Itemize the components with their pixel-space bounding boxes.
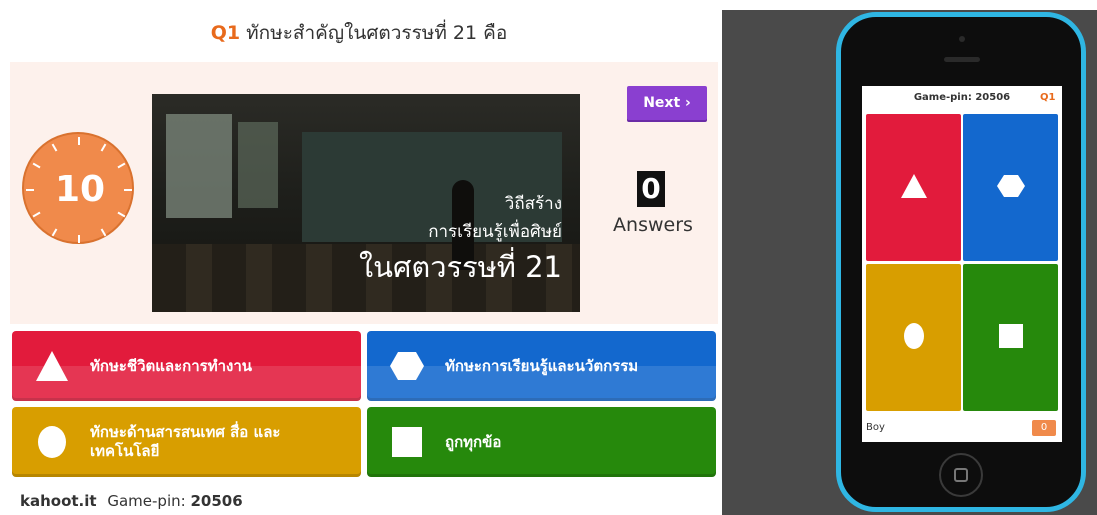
phone-speaker	[944, 57, 980, 62]
timer-value: 10	[54, 169, 106, 210]
host-screen: Q1 ทักษะสำคัญในศตวรรษที่ 21 คือ 10 วิถีสร…	[0, 0, 718, 515]
phone-home-button[interactable]	[939, 453, 983, 497]
answer-option-blue[interactable]: ทักษะการเรียนรู้และนวัตกรรม	[367, 331, 716, 401]
phone-score-badge: 0	[1032, 420, 1056, 436]
countdown-timer: 10	[22, 132, 134, 244]
phone-player-name: Boy	[866, 422, 885, 433]
answers-label: Answers	[613, 214, 693, 236]
answer-option-red[interactable]: ทักษะชีวิตและการทำงาน	[12, 331, 361, 401]
answer-label: ทักษะการเรียนรู้และนวัตกรรม	[445, 356, 639, 375]
question-image: วิถีสร้าง การเรียนรู้เพื่อศิษย์ ในศตวรรษ…	[152, 94, 580, 312]
answer-label: ถูกทุกข้อ	[445, 432, 502, 451]
hexagon-icon	[390, 352, 424, 380]
answer-option-yellow[interactable]: ทักษะด้านสารสนเทศ สื่อ และเทคโนโลยี	[12, 407, 361, 477]
phone-answer-blue[interactable]	[963, 114, 1058, 261]
triangle-icon	[36, 351, 68, 381]
circle-icon	[38, 426, 66, 458]
question-title: Q1 ทักษะสำคัญในศตวรรษที่ 21 คือ	[0, 18, 718, 48]
phone-answer-yellow[interactable]	[866, 264, 961, 411]
square-icon	[392, 427, 422, 457]
brand-link[interactable]: kahoot.it	[20, 492, 97, 510]
answer-option-green[interactable]: ถูกทุกข้อ	[367, 407, 716, 477]
question-number: Q1	[210, 22, 241, 44]
hexagon-icon	[997, 175, 1025, 197]
answers-count: 0	[637, 171, 665, 207]
phone-camera	[959, 36, 965, 42]
answer-label: ทักษะชีวิตและการทำงาน	[90, 356, 253, 375]
phone-answer-red[interactable]	[866, 114, 961, 261]
classroom-window	[238, 122, 278, 208]
next-button[interactable]: Next ›	[627, 86, 707, 120]
pin-value: 20506	[190, 492, 243, 510]
classroom-window	[166, 114, 232, 218]
phone-game-pin: Game-pin: 20506	[913, 92, 1011, 103]
answer-label: ทักษะด้านสารสนเทศ สื่อ และเทคโนโลยี	[90, 423, 281, 460]
phone-answer-green[interactable]	[963, 264, 1058, 411]
phone-question-number: Q1	[1040, 92, 1056, 103]
image-caption-line1: วิถีสร้าง	[504, 194, 562, 214]
footer: kahoot.it Game-pin: 20506	[20, 492, 243, 510]
question-text: ทักษะสำคัญในศตวรรษที่ 21 คือ	[246, 22, 508, 44]
home-icon	[954, 468, 968, 482]
circle-icon	[904, 323, 924, 349]
triangle-icon	[901, 174, 927, 198]
image-caption-line3: ในศตวรรษที่ 21	[358, 250, 562, 284]
image-caption-line2: การเรียนรู้เพื่อศิษย์	[428, 222, 562, 242]
pin-label: Game-pin:	[107, 492, 186, 510]
square-icon	[999, 324, 1023, 348]
